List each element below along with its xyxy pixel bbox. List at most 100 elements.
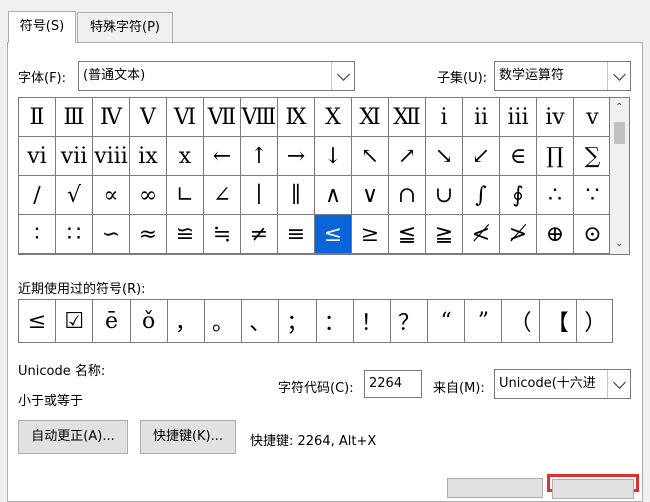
symbol-cell[interactable]: ∪ — [426, 176, 463, 215]
symbol-cell[interactable]: Ⅷ — [241, 98, 278, 137]
symbol-cell[interactable]: ⊙ — [574, 215, 611, 254]
symbol-cell[interactable]: ⅶ — [56, 137, 93, 176]
tab-symbols[interactable]: 符号(S) — [8, 11, 76, 43]
symbol-cell[interactable]: ⅰ — [426, 98, 463, 137]
symbol-cell[interactable]: ≧ — [426, 215, 463, 254]
symbol-cell[interactable]: Ⅵ — [167, 98, 204, 137]
recent-symbol-cell[interactable]: 【 — [540, 300, 577, 342]
symbol-cell[interactable]: ∧ — [315, 176, 352, 215]
symbol-cell[interactable]: ≒ — [204, 215, 241, 254]
chevron-down-icon — [612, 375, 626, 389]
symbol-cell[interactable]: Ⅶ — [204, 98, 241, 137]
recent-symbol-cell[interactable]: ☑ — [56, 300, 94, 342]
symbol-cell[interactable]: ⅳ — [537, 98, 574, 137]
symbol-cell[interactable]: ⅸ — [130, 137, 167, 176]
symbol-cell[interactable]: ⅵ — [19, 137, 56, 176]
scroll-up-icon[interactable]: ⌃ — [615, 102, 623, 113]
symbol-cell[interactable]: ⅹ — [167, 137, 204, 176]
recent-symbol-cell[interactable]: ） — [577, 300, 614, 342]
symbol-cell[interactable]: Ⅱ — [19, 98, 56, 137]
font-dropdown[interactable]: (普通文本) — [78, 61, 355, 91]
recent-symbol-cell[interactable]: ， — [168, 300, 205, 342]
recent-symbol-cell[interactable]: ē — [93, 300, 131, 342]
recent-symbol-cell[interactable]: 、 — [242, 300, 280, 342]
symbol-cell[interactable]: ↙ — [463, 137, 500, 176]
symbol-cell[interactable]: ∞ — [130, 176, 167, 215]
recent-symbol-cell[interactable]: 。 — [205, 300, 243, 342]
symbol-cell[interactable]: ⅷ — [93, 137, 130, 176]
symbol-cell[interactable]: Ⅺ — [352, 98, 389, 137]
symbol-cell[interactable]: ⅲ — [500, 98, 537, 137]
symbol-cell[interactable]: ∝ — [93, 176, 130, 215]
from-dropdown-button[interactable] — [607, 370, 630, 398]
shortcut-key-button[interactable]: 快捷键(K)... — [140, 420, 236, 454]
symbol-cell[interactable]: ∽ — [93, 215, 130, 254]
symbol-cell[interactable]: ∵ — [574, 176, 611, 215]
recent-symbol-cell[interactable]: “ — [428, 300, 466, 342]
recent-symbol-cell[interactable]: ” — [465, 300, 503, 342]
symbol-cell[interactable]: ↖ — [352, 137, 389, 176]
subset-dropdown-button[interactable] — [607, 62, 630, 90]
symbol-cell[interactable]: Ⅴ — [130, 98, 167, 137]
symbol-cell[interactable]: ↑ — [241, 137, 278, 176]
symbol-cell[interactable]: ∫ — [463, 176, 500, 215]
symbol-cell[interactable]: ∣ — [241, 176, 278, 215]
symbol-cell-selected[interactable]: ≤ — [315, 215, 352, 254]
symbol-cell[interactable]: ∑ — [574, 137, 611, 176]
scroll-down-icon[interactable]: ⌄ — [615, 238, 623, 249]
symbol-cell[interactable]: ∠ — [204, 176, 241, 215]
recent-symbol-cell[interactable]: ； — [279, 300, 317, 342]
symbol-cell[interactable]: ↗ — [389, 137, 426, 176]
symbol-cell[interactable]: ∮ — [500, 176, 537, 215]
symbol-cell[interactable]: ≯ — [500, 215, 537, 254]
symbol-cell[interactable]: ∏ — [537, 137, 574, 176]
autocorrect-button[interactable]: 自动更正(A)... — [18, 420, 128, 454]
recent-symbol-cell[interactable]: （ — [502, 300, 540, 342]
recent-symbol-cell[interactable]: ǒ — [131, 300, 168, 342]
symbol-cell[interactable]: Ⅸ — [278, 98, 315, 137]
symbol-cell[interactable]: ≮ — [463, 215, 500, 254]
symbol-cell[interactable]: → — [278, 137, 315, 176]
from-dropdown[interactable]: Unicode(十六进 — [494, 369, 631, 399]
char-code-input[interactable]: 2264 — [364, 370, 422, 398]
symbol-cell[interactable]: Ⅳ — [93, 98, 130, 137]
symbol-cell[interactable]: √ — [56, 176, 93, 215]
cancel-button[interactable] — [552, 479, 634, 499]
symbol-cell[interactable]: ∶ — [19, 215, 56, 254]
symbol-cell[interactable]: ∕ — [19, 176, 56, 215]
symbol-cell[interactable]: ≦ — [389, 215, 426, 254]
scrollbar-thumb[interactable] — [614, 122, 625, 144]
symbol-grid-scrollbar[interactable]: ⌃ ⌄ — [610, 97, 630, 255]
recent-symbol-cell[interactable]: ： — [317, 300, 354, 342]
recent-symbol-cell[interactable]: ≤ — [19, 300, 57, 342]
symbol-cell[interactable]: ∟ — [167, 176, 204, 215]
symbol-cell[interactable]: ⅴ — [574, 98, 611, 137]
symbol-cell[interactable]: ∈ — [500, 137, 537, 176]
symbol-cell[interactable]: ∴ — [537, 176, 574, 215]
font-dropdown-button[interactable] — [331, 62, 354, 90]
insert-button[interactable] — [447, 478, 543, 498]
recent-symbol-cell[interactable]: ！ — [354, 300, 391, 342]
symbol-cell[interactable]: ↘ — [426, 137, 463, 176]
subset-dropdown[interactable]: 数学运算符 — [494, 61, 631, 91]
symbol-cell[interactable]: ⅱ — [463, 98, 500, 137]
tab-special-characters[interactable]: 特殊字符(P) — [77, 12, 173, 42]
symbol-cell[interactable]: ⊕ — [537, 215, 574, 254]
symbol-cell[interactable]: ∩ — [389, 176, 426, 215]
symbol-cell[interactable]: ← — [204, 137, 241, 176]
symbol-cell[interactable]: ∥ — [278, 176, 315, 215]
symbol-cell[interactable]: ≡ — [278, 215, 315, 254]
symbol-cell[interactable]: ∷ — [56, 215, 93, 254]
from-label: 来自(M): — [433, 381, 485, 396]
symbol-cell[interactable]: ≥ — [352, 215, 389, 254]
symbol-cell[interactable]: Ⅹ — [315, 98, 352, 137]
symbol-cell[interactable]: ≈ — [130, 215, 167, 254]
symbol-cell[interactable]: ≌ — [167, 215, 204, 254]
font-label: 字体(F): — [18, 71, 67, 86]
symbol-cell[interactable]: ≠ — [241, 215, 278, 254]
symbol-cell[interactable]: Ⅻ — [389, 98, 426, 137]
symbol-cell[interactable]: Ⅲ — [56, 98, 93, 137]
recent-symbol-cell[interactable]: ？ — [391, 300, 429, 342]
symbol-cell[interactable]: ∨ — [352, 176, 389, 215]
symbol-cell[interactable]: ↓ — [315, 137, 352, 176]
